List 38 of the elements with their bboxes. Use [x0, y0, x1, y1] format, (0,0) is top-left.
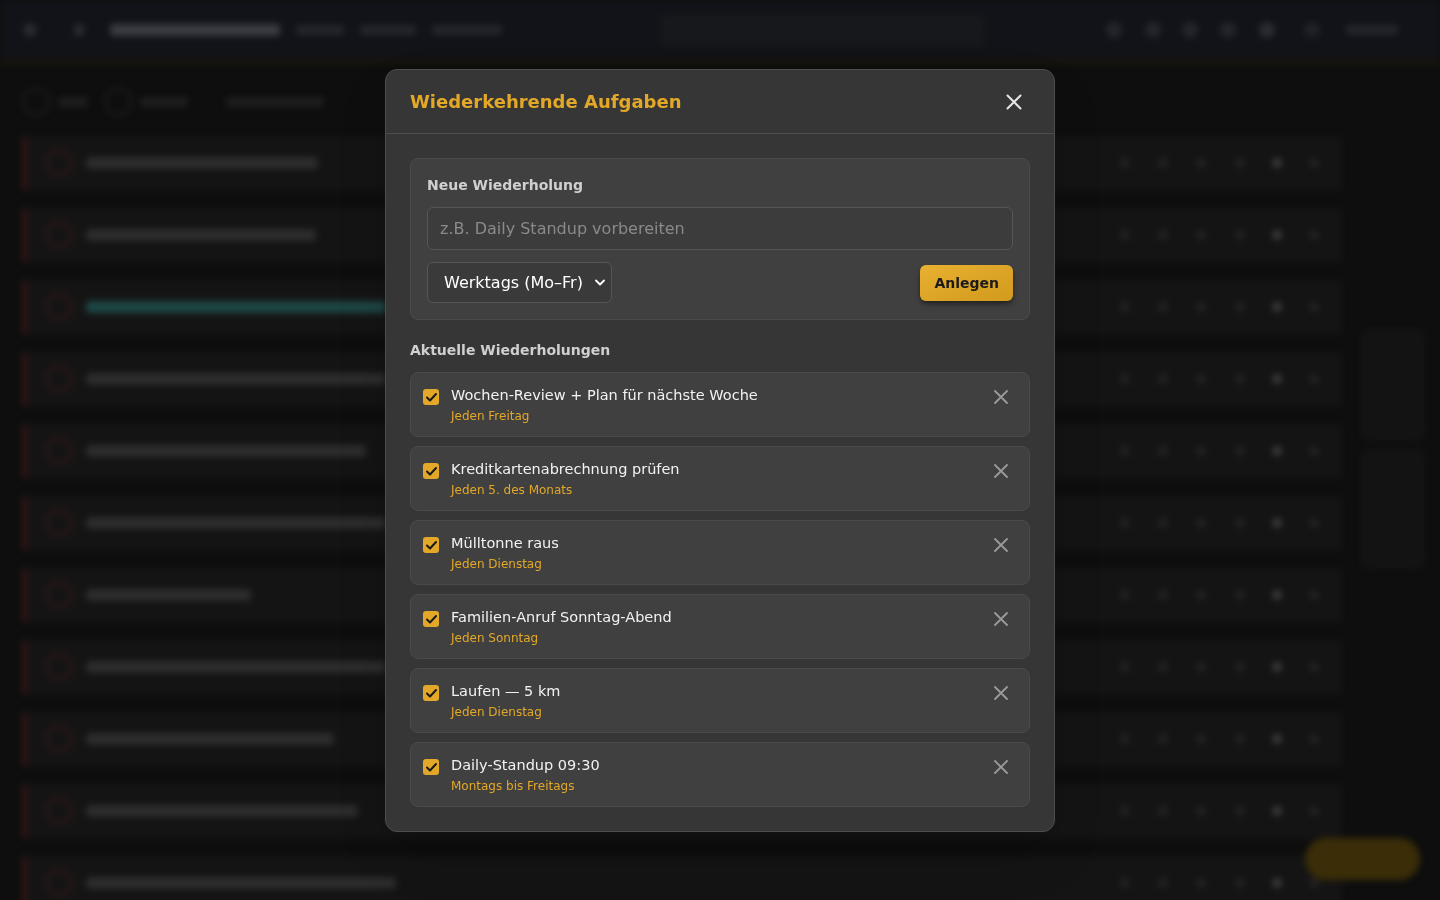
- schedule-label: Jeden Freitag: [451, 408, 531, 424]
- frequency-select[interactable]: Werktags (Mo–Fr): [427, 262, 612, 303]
- schedule-label: Montags bis Freitags: [451, 778, 576, 794]
- checkbox[interactable]: [423, 685, 439, 701]
- checkmark-icon: [425, 466, 437, 476]
- checkbox[interactable]: [423, 611, 439, 627]
- checkmark-icon: [425, 688, 437, 698]
- task-title: Laufen — 5 km: [451, 682, 562, 701]
- checkbox[interactable]: [423, 389, 439, 405]
- dialog-title: Wiederkehrende Aufgaben: [410, 89, 682, 114]
- close-icon: [994, 612, 1008, 626]
- close-icon: [994, 390, 1008, 404]
- close-icon: [994, 538, 1008, 552]
- checkmark-icon: [425, 614, 437, 624]
- checkmark-icon: [425, 392, 437, 402]
- form-heading: Neue Wiederholung: [427, 176, 585, 195]
- checkmark-icon: [425, 540, 437, 550]
- task-title: Daily-Standup 09:30: [451, 756, 601, 775]
- create-button[interactable]: Anlegen: [920, 264, 1013, 301]
- schedule-label: Jeden 5. des Monats: [451, 482, 574, 498]
- checkbox[interactable]: [423, 463, 439, 479]
- checkbox[interactable]: [423, 537, 439, 553]
- task-title: Familien-Anruf Sonntag-Abend: [451, 608, 673, 627]
- task-name-field[interactable]: z.B. Daily Standup vorbereiten: [427, 207, 1013, 250]
- close-icon: [994, 760, 1008, 774]
- close-icon: [994, 686, 1008, 700]
- task-title: Wochen-Review + Plan für nächste Woche: [451, 386, 759, 405]
- chevron-down-icon: [595, 279, 605, 286]
- checkmark-icon: [425, 762, 437, 772]
- section-heading: Aktuelle Wiederholungen: [410, 341, 612, 360]
- schedule-label: Jeden Sonntag: [451, 630, 540, 646]
- task-title: Kreditkartenabrechnung prüfen: [451, 460, 681, 479]
- checkbox[interactable]: [423, 759, 439, 775]
- close-icon: [1006, 93, 1022, 110]
- schedule-label: Jeden Dienstag: [451, 556, 543, 572]
- schedule-label: Jeden Dienstag: [451, 704, 543, 720]
- task-title: Mülltonne raus: [451, 534, 560, 553]
- close-icon: [994, 464, 1008, 478]
